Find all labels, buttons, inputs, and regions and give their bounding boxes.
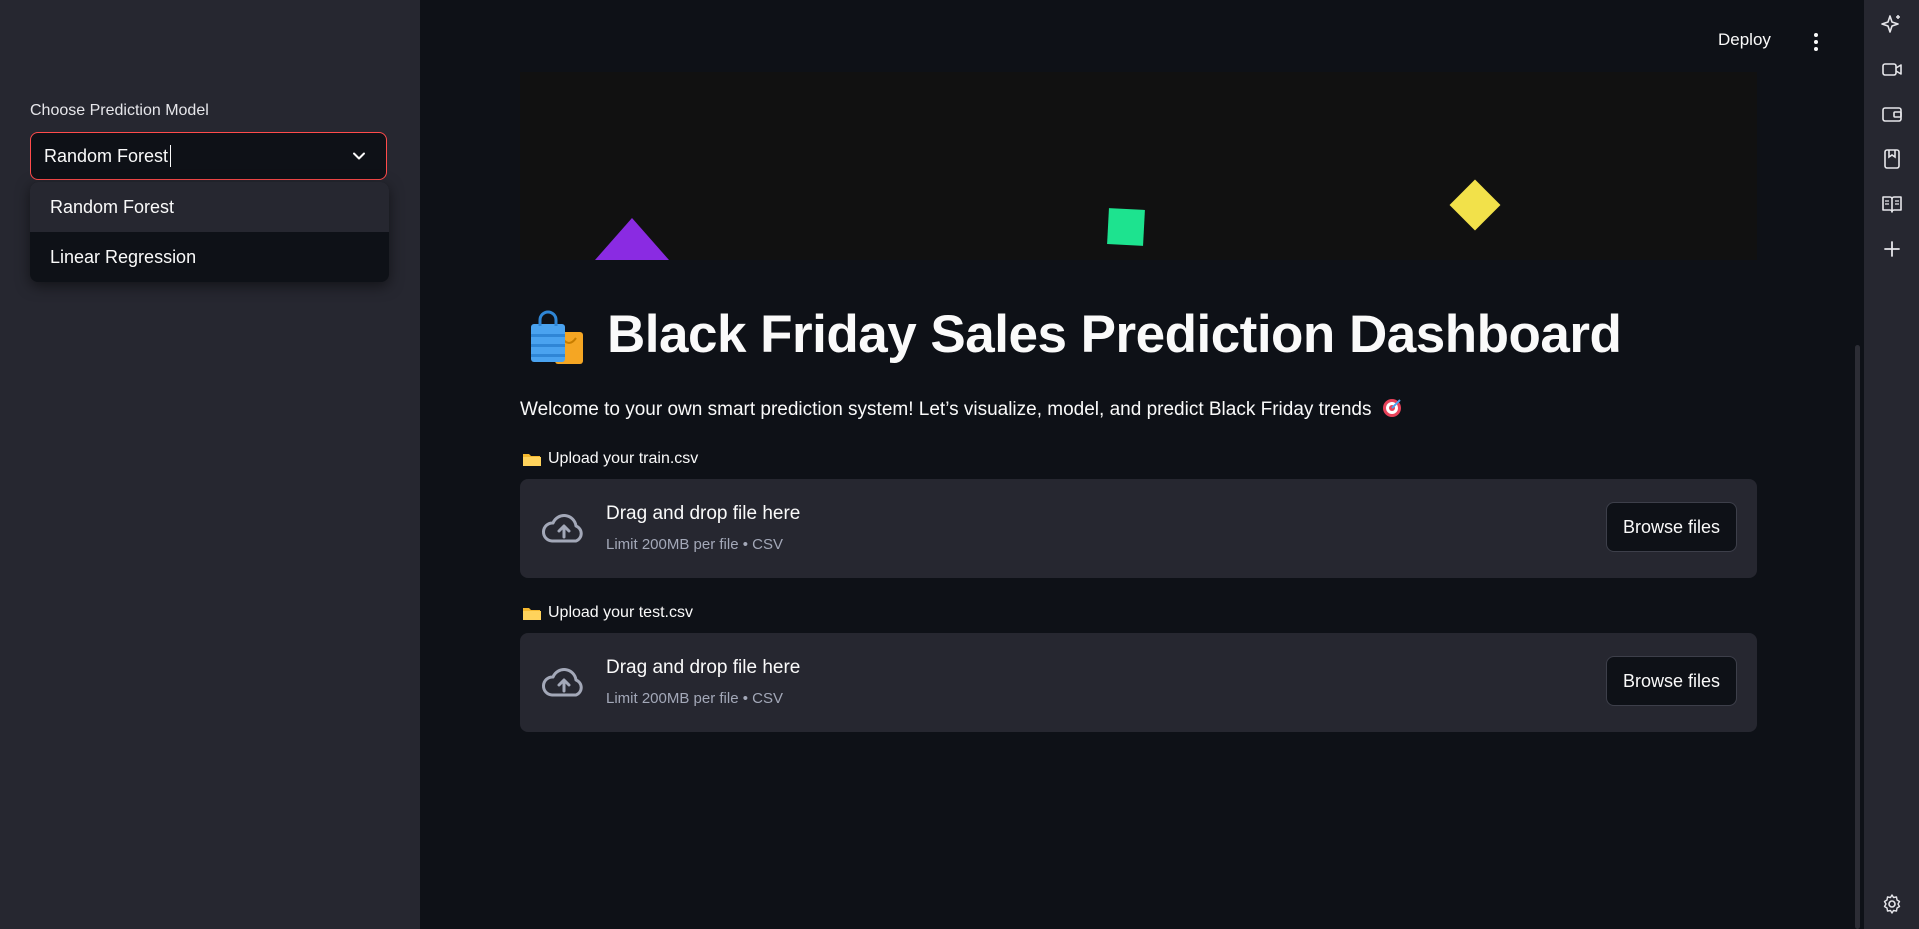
subtitle-text: Welcome to your own smart prediction sys… bbox=[520, 399, 1372, 420]
dropzone-title: Drag and drop file here bbox=[606, 503, 801, 524]
purple-triangle bbox=[595, 218, 669, 260]
browse-files-button[interactable]: Browse files bbox=[1606, 502, 1737, 552]
browse-files-button[interactable]: Browse files bbox=[1606, 656, 1737, 706]
page-subtitle: Welcome to your own smart prediction sys… bbox=[520, 397, 1403, 421]
deploy-button[interactable]: Deploy bbox=[1718, 30, 1771, 50]
book-icon[interactable] bbox=[1881, 193, 1903, 215]
video-icon[interactable] bbox=[1881, 58, 1903, 80]
model-dropdown-menu: Random Forest Linear Regression bbox=[30, 182, 389, 282]
train-upload-label-text: Upload your train.csv bbox=[548, 450, 699, 467]
gear-icon[interactable] bbox=[1881, 893, 1903, 915]
banner-shapes bbox=[595, 179, 1501, 260]
train-file-dropzone[interactable]: Drag and drop file here Limit 200MB per … bbox=[520, 479, 1757, 578]
animated-banner bbox=[520, 72, 1757, 260]
option-random-forest[interactable]: Random Forest bbox=[30, 182, 389, 232]
shopping-bags-icon bbox=[531, 310, 583, 364]
plus-icon[interactable] bbox=[1881, 238, 1903, 260]
sidebar: Choose Prediction Model Random Forest Ra… bbox=[0, 0, 420, 929]
text-cursor bbox=[170, 145, 172, 167]
dropzone-limit: Limit 200MB per file • CSV bbox=[606, 536, 783, 553]
cloud-upload-icon bbox=[542, 514, 583, 543]
folder-icon bbox=[523, 608, 541, 620]
dropzone-title: Drag and drop file here bbox=[606, 657, 801, 678]
right-toolbar bbox=[1864, 0, 1919, 929]
dropzone-limit: Limit 200MB per file • CSV bbox=[606, 690, 783, 707]
yellow-diamond bbox=[1449, 179, 1501, 231]
test-upload-label-text: Upload your test.csv bbox=[548, 604, 693, 621]
chevron-down-icon[interactable] bbox=[350, 147, 368, 165]
more-menu-icon[interactable] bbox=[1808, 30, 1824, 54]
folder-icon bbox=[523, 454, 541, 466]
sparkle-icon[interactable] bbox=[1881, 13, 1903, 35]
train-upload-label: Upload your train.csv bbox=[522, 450, 698, 468]
main-scrollbar[interactable] bbox=[1855, 345, 1860, 929]
test-upload-label: Upload your test.csv bbox=[522, 604, 693, 622]
model-select-value: Random Forest bbox=[44, 145, 169, 166]
page-title: Black Friday Sales Prediction Dashboard bbox=[607, 305, 1622, 364]
green-square bbox=[1107, 208, 1145, 246]
bookmark-icon[interactable] bbox=[1881, 148, 1903, 170]
cloud-upload-icon bbox=[542, 668, 583, 697]
model-select[interactable]: Random Forest bbox=[30, 132, 387, 180]
model-select-label: Choose Prediction Model bbox=[30, 102, 209, 119]
target-icon bbox=[1382, 399, 1401, 417]
test-file-dropzone[interactable]: Drag and drop file here Limit 200MB per … bbox=[520, 633, 1757, 732]
option-linear-regression[interactable]: Linear Regression bbox=[30, 232, 389, 282]
wallet-icon[interactable] bbox=[1881, 103, 1903, 125]
